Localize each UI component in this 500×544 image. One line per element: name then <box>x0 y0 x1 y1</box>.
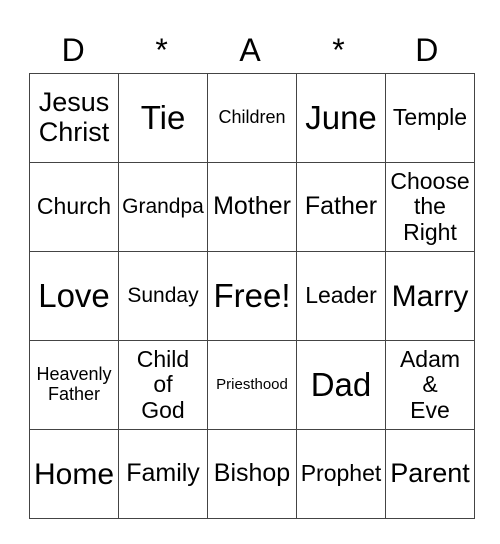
bingo-row: Jesus Christ Tie Children June Temple <box>29 73 475 163</box>
bingo-cell[interactable]: Home <box>29 429 119 519</box>
bingo-cell[interactable]: Tie <box>118 73 208 163</box>
bingo-cell[interactable]: Sunday <box>118 251 208 341</box>
bingo-cell[interactable]: Choose the Right <box>385 162 475 252</box>
bingo-cell[interactable]: Bishop <box>207 429 297 519</box>
header-letter: * <box>155 32 168 68</box>
bingo-cell[interactable]: Church <box>29 162 119 252</box>
bingo-cell[interactable]: Grandpa <box>118 162 208 252</box>
bingo-cell[interactable]: Dad <box>296 340 386 430</box>
bingo-row: Love Sunday Free! Leader Marry <box>29 251 475 341</box>
header-letter: D <box>61 32 85 68</box>
bingo-cell[interactable]: Temple <box>385 73 475 163</box>
bingo-cell[interactable]: Children <box>207 73 297 163</box>
bingo-row: Home Family Bishop Prophet Parent <box>29 429 475 519</box>
header-letter: D <box>415 32 439 68</box>
bingo-cell[interactable]: June <box>296 73 386 163</box>
bingo-header: D * A * D <box>29 28 471 72</box>
bingo-cell[interactable]: Family <box>118 429 208 519</box>
bingo-cell[interactable]: Priesthood <box>207 340 297 430</box>
bingo-cell[interactable]: Child of God <box>118 340 208 430</box>
bingo-row: Church Grandpa Mother Father Choose the Righ… <box>29 162 475 252</box>
bingo-cell[interactable]: Father <box>296 162 386 252</box>
bingo-cell[interactable]: Love <box>29 251 119 341</box>
header-letter: * <box>332 32 345 68</box>
bingo-cell[interactable]: Leader <box>296 251 386 341</box>
header-letter: A <box>239 32 261 68</box>
bingo-cell[interactable]: Adam & Eve <box>385 340 475 430</box>
bingo-cell[interactable]: Parent <box>385 429 475 519</box>
bingo-cell[interactable]: Heavenly Father <box>29 340 119 430</box>
bingo-cell[interactable]: Marry <box>385 251 475 341</box>
bingo-cell[interactable]: Free! <box>207 251 297 341</box>
bingo-row: Heavenly Father Child of God Priesthood Dad… <box>29 340 475 430</box>
bingo-card: Jesus Christ Tie Children June Temple Church G… <box>29 73 475 519</box>
bingo-cell[interactable]: Prophet <box>296 429 386 519</box>
bingo-cell[interactable]: Jesus Christ <box>29 73 119 163</box>
bingo-cell[interactable]: Mother <box>207 162 297 252</box>
